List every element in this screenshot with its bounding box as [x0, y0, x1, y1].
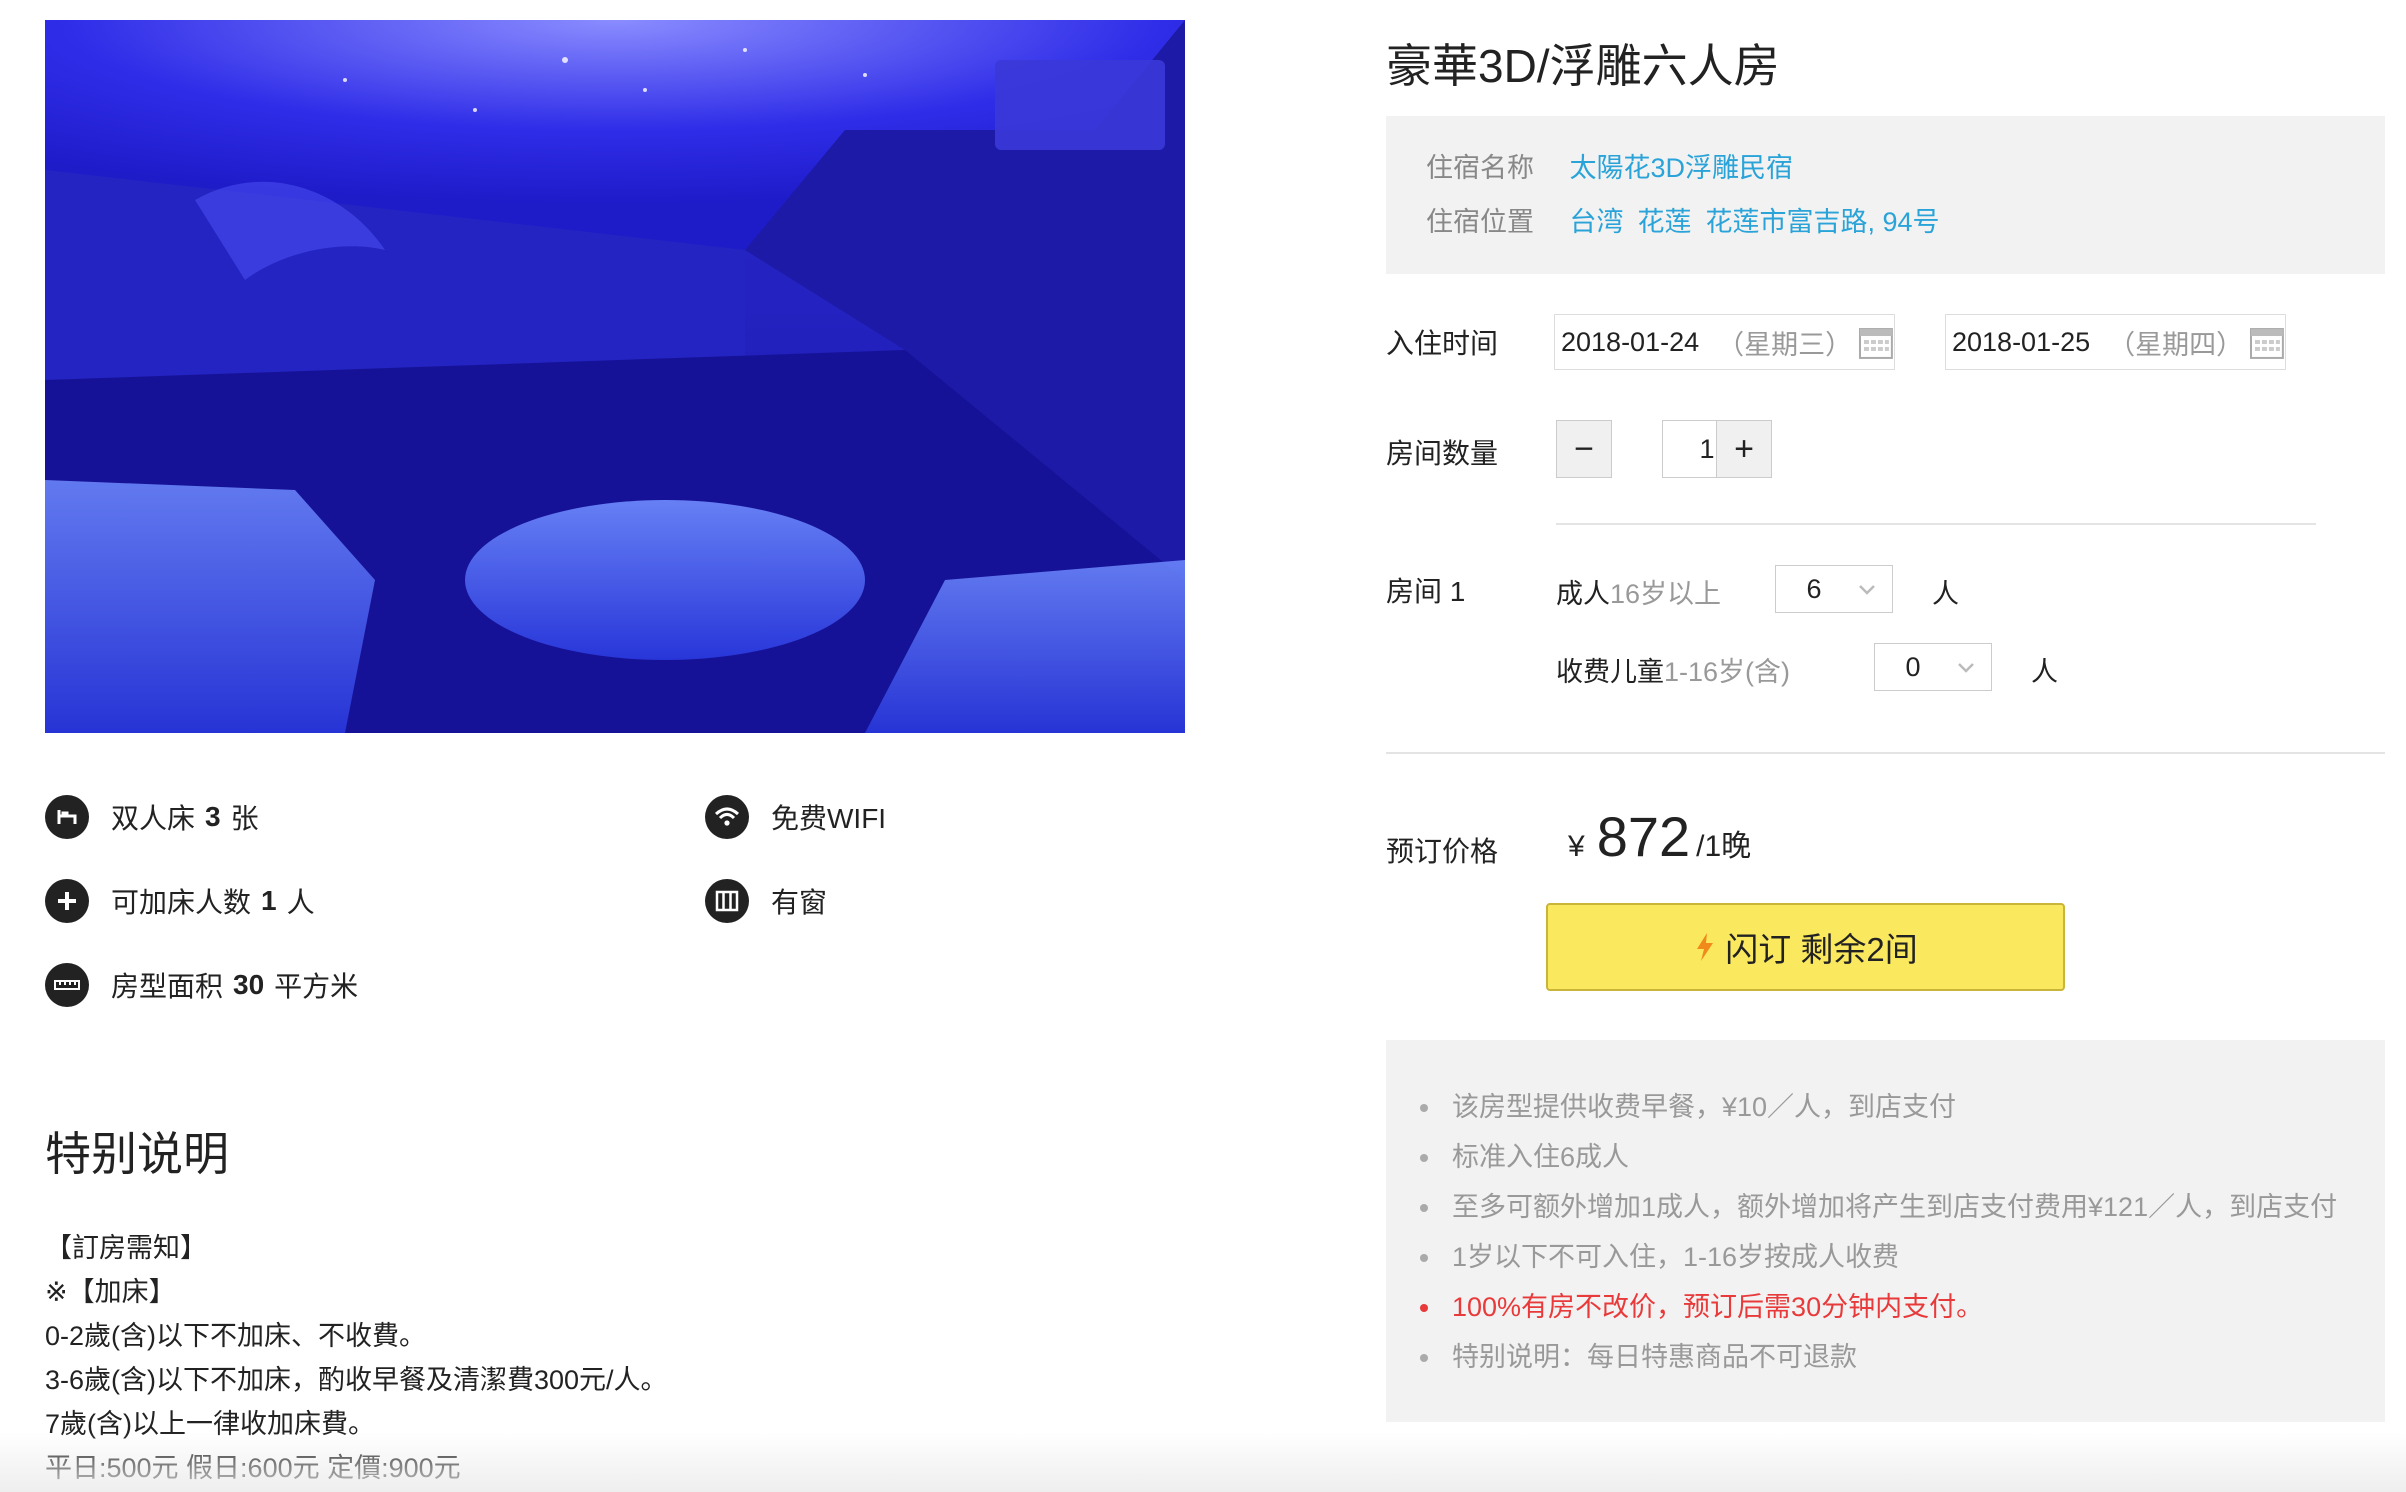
- adult-label: 成人16岁以上: [1556, 572, 1721, 611]
- lodging-name-row: 住宿名称 太陽花3D浮雕民宿: [1426, 146, 1793, 185]
- lodging-location-label: 住宿位置: [1426, 207, 1534, 237]
- checkin-date: 2018-01-24: [1561, 326, 1700, 357]
- feature-area-suffix: 平方米: [274, 971, 359, 1002]
- lodging-name-label: 住宿名称: [1426, 153, 1534, 183]
- child-age-hint: 1-16岁(含): [1664, 657, 1791, 687]
- checkout-date: 2018-01-25: [1952, 326, 2091, 357]
- special-note-line: 7歲(含)以上一律收加床費。: [45, 1409, 375, 1439]
- feature-window: 有窗: [705, 879, 827, 923]
- location-country-link[interactable]: 台湾: [1570, 207, 1624, 237]
- feature-area-prefix: 房型面积: [111, 971, 224, 1002]
- rooms-increment-button[interactable]: +: [1716, 420, 1772, 478]
- adult-label-text: 成人: [1556, 579, 1610, 609]
- policy-item-warning: 100%有房不改价，预订后需30分钟内支付。: [1414, 1282, 2337, 1332]
- rooms-count-label: 房间数量: [1386, 438, 1499, 469]
- special-note-line: ※【加床】: [45, 1277, 176, 1307]
- chevron-down-icon: [1958, 663, 1974, 673]
- lodging-location-row: 住宿位置 台湾 花莲 花莲市富吉路, 94号: [1426, 200, 1954, 239]
- checkin-weekday: （星期三）: [1717, 329, 1853, 360]
- special-notes: 【訂房需知】 ※【加床】 0-2歲(含)以下不加床、不收費。 3-6歲(含)以下…: [45, 1226, 668, 1490]
- rooms-decrement-button[interactable]: −: [1556, 420, 1612, 478]
- policy-item: 1岁以下不可入住，1-16岁按成人收费: [1414, 1232, 2337, 1282]
- policy-item: 标准入住6成人: [1414, 1132, 2337, 1182]
- policy-panel: 该房型提供收费早餐，¥10／人，到店支付 标准入住6成人 至多可额外增加1成人，额外…: [1386, 1040, 2385, 1422]
- location-city-link[interactable]: 花莲: [1638, 207, 1692, 237]
- chevron-down-icon: [1859, 585, 1875, 595]
- divider: [1386, 752, 2385, 754]
- room1-label: 房间 1: [1386, 576, 1466, 607]
- room-title: 豪華3D/浮雕六人房: [1386, 40, 1780, 92]
- feature-extra-count: 1: [261, 885, 277, 916]
- divider: [1556, 523, 2316, 525]
- checkout-date-field[interactable]: 2018-01-25 （星期四）: [1945, 314, 2286, 370]
- lodging-name-link[interactable]: 太陽花3D浮雕民宿: [1570, 153, 1794, 183]
- flash-book-button[interactable]: 闪订 剩余2间: [1546, 903, 2065, 991]
- child-count-select[interactable]: 0: [1874, 643, 1992, 691]
- adult-count-select[interactable]: 6: [1775, 565, 1893, 613]
- feature-bed-prefix: 双人床: [111, 803, 196, 834]
- feature-bed-suffix: 张: [230, 803, 259, 834]
- price-per-night: /1晚: [1696, 830, 1752, 863]
- bed-icon: [45, 795, 89, 839]
- feature-window-label: 有窗: [771, 887, 828, 918]
- flash-book-label: 闪订 剩余2间: [1725, 931, 1918, 968]
- checkin-label: 入住时间: [1386, 328, 1499, 359]
- child-label: 收费儿童1-16岁(含): [1556, 650, 1790, 689]
- special-note-line: 【訂房需知】: [45, 1233, 207, 1263]
- special-notes-title: 特别说明: [45, 1128, 229, 1180]
- special-note-line: 3-6歲(含)以下不加床，酌收早餐及清潔費300元/人。: [45, 1365, 668, 1395]
- calendar-icon[interactable]: [1858, 324, 1894, 360]
- child-count-value: 0: [1905, 651, 1921, 682]
- plus-circle-icon: [45, 879, 89, 923]
- feature-bed: 双人床 3 张: [45, 795, 259, 839]
- feature-extra-prefix: 可加床人数: [111, 887, 252, 918]
- lodging-location-value: 台湾 花莲 花莲市富吉路, 94号: [1570, 207, 1954, 237]
- wifi-icon: [705, 795, 749, 839]
- checkout-weekday: （星期四）: [2108, 329, 2244, 360]
- policy-item: 至多可额外增加1成人，额外增加将产生到店支付费用¥121／人，到店支付: [1414, 1182, 2337, 1232]
- price-amount: 872: [1596, 805, 1691, 868]
- feature-extra-suffix: 人: [286, 887, 315, 918]
- price-display: ¥872/1晚: [1568, 804, 1751, 869]
- feature-area: 房型面积 30 平方米: [45, 963, 358, 1007]
- adult-count-value: 6: [1806, 573, 1822, 604]
- special-note-line: 0-2歲(含)以下不加床、不收費。: [45, 1321, 427, 1351]
- feature-wifi: 免费WIFI: [705, 795, 886, 839]
- bolt-icon: [1697, 933, 1714, 961]
- feature-bed-count: 3: [205, 801, 221, 832]
- policy-item: 该房型提供收费早餐，¥10／人，到店支付: [1414, 1082, 2337, 1132]
- price-currency: ¥: [1568, 830, 1585, 863]
- child-unit: 人: [2031, 657, 2058, 687]
- lodging-info-panel: 住宿名称 太陽花3D浮雕民宿 住宿位置 台湾 花莲 花莲市富吉路, 94号: [1386, 116, 2385, 274]
- adult-unit: 人: [1932, 579, 1959, 609]
- adult-age-hint: 16岁以上: [1610, 579, 1722, 609]
- ruler-icon: [45, 963, 89, 1007]
- policy-item: 特别说明：每日特惠商品不可退款: [1414, 1332, 2337, 1382]
- price-label: 预订价格: [1386, 836, 1499, 867]
- calendar-icon[interactable]: [2249, 324, 2285, 360]
- feature-extra-bed: 可加床人数 1 人: [45, 879, 315, 923]
- feature-wifi-label: 免费WIFI: [771, 803, 887, 834]
- checkin-date-field[interactable]: 2018-01-24 （星期三）: [1554, 314, 1895, 370]
- window-icon: [705, 879, 749, 923]
- location-address[interactable]: 花莲市富吉路, 94号: [1706, 207, 1940, 237]
- child-label-text: 收费儿童: [1556, 657, 1664, 687]
- special-note-line: 平日:500元 假日:600元 定價:900元: [45, 1453, 461, 1483]
- room-photo[interactable]: [45, 20, 1185, 733]
- policy-list: 该房型提供收费早餐，¥10／人，到店支付 标准入住6成人 至多可额外增加1成人，额外…: [1414, 1082, 2337, 1382]
- feature-area-value: 30: [233, 969, 265, 1000]
